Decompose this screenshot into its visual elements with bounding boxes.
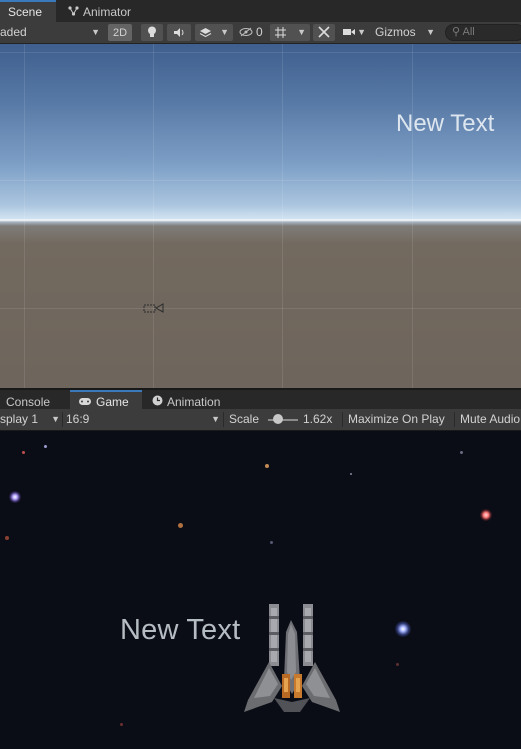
tab-animator[interactable]: Animator xyxy=(60,0,139,22)
star xyxy=(480,509,492,521)
grid-line xyxy=(412,44,413,388)
search-icon: ⚲ xyxy=(452,26,461,38)
tab-console-label: Console xyxy=(6,395,51,409)
star xyxy=(9,491,21,503)
speaker-icon xyxy=(173,27,186,41)
toolbar-separator xyxy=(223,412,224,427)
grid-line xyxy=(0,52,521,53)
game-toolbar: splay 1 ▼ 16:9 ▼ Scale 1.62x Maximize On… xyxy=(0,409,521,431)
star xyxy=(460,451,463,454)
hidden-objects-toggle[interactable]: 0 xyxy=(237,24,267,41)
lightbulb-icon xyxy=(147,26,157,41)
grid-dropdown[interactable]: ▼ xyxy=(270,24,310,41)
spaceship-sprite xyxy=(242,602,342,717)
scene-tab-bar: Scene Animator xyxy=(0,0,521,23)
star xyxy=(5,536,9,540)
star xyxy=(178,523,183,528)
tools-toggle[interactable] xyxy=(313,24,335,41)
toolbar-separator xyxy=(454,412,455,427)
hidden-count: 0 xyxy=(256,25,263,39)
gizmos-dropdown[interactable]: Gizmos ▼ xyxy=(373,24,439,41)
star xyxy=(265,464,269,468)
mode-2d-toggle[interactable]: 2D xyxy=(108,24,132,41)
star xyxy=(270,541,273,544)
star xyxy=(120,723,123,726)
chevron-down-icon: ▼ xyxy=(211,414,220,424)
search-placeholder: All xyxy=(462,26,475,38)
aspect-dropdown[interactable]: 16:9 ▼ xyxy=(66,411,222,428)
star xyxy=(22,451,25,454)
mute-audio-button[interactable]: Mute Audio xyxy=(460,411,520,428)
toolbar-separator xyxy=(62,412,63,427)
layers-icon xyxy=(199,24,212,43)
grid-line xyxy=(24,44,25,388)
scale-slider-thumb[interactable] xyxy=(273,414,283,424)
tab-scene-label: Scene xyxy=(8,5,43,19)
chevron-down-icon: ▼ xyxy=(220,27,229,37)
game-viewport[interactable]: New Text xyxy=(0,431,521,749)
chevron-down-icon: ▼ xyxy=(51,414,60,424)
grid-line xyxy=(282,44,283,388)
chevron-down-icon: ▼ xyxy=(297,27,306,37)
grid-line xyxy=(153,44,154,388)
display-label: splay 1 xyxy=(0,412,39,426)
effects-dropdown[interactable]: ▼ xyxy=(195,24,233,41)
camera-gizmo-icon[interactable] xyxy=(143,302,165,314)
scene-search-input[interactable]: ⚲ All xyxy=(445,24,521,41)
game-text-object: New Text xyxy=(120,614,241,646)
mode-2d-label: 2D xyxy=(112,27,128,39)
audio-toggle[interactable] xyxy=(167,24,191,41)
shading-mode-dropdown[interactable]: aded ▼ xyxy=(0,24,104,41)
chevron-down-icon: ▼ xyxy=(357,27,366,37)
tools-icon xyxy=(318,26,330,41)
visibility-icon xyxy=(239,24,253,42)
chevron-down-icon: ▼ xyxy=(426,27,435,37)
scene-toolbar: aded ▼ 2D ▼ 0 ▼ ▼ Gizmos ▼ ⚲ All xyxy=(0,22,521,44)
chevron-down-icon: ▼ xyxy=(91,27,100,37)
maximize-on-play-button[interactable]: Maximize On Play xyxy=(348,411,445,428)
scene-text-object[interactable]: New Text xyxy=(396,110,494,138)
grid-icon xyxy=(274,24,287,44)
scale-label: Scale xyxy=(229,412,260,426)
shading-mode-label: aded xyxy=(0,25,27,39)
aspect-label: 16:9 xyxy=(66,412,90,426)
star xyxy=(396,663,399,666)
gizmos-label: Gizmos xyxy=(375,25,416,39)
tab-scene[interactable]: Scene xyxy=(0,0,56,22)
star xyxy=(350,473,352,475)
tab-game-label: Game xyxy=(96,395,129,409)
lighting-toggle[interactable] xyxy=(141,24,163,41)
grid-line xyxy=(0,180,521,181)
scene-viewport[interactable]: New Text xyxy=(0,44,521,388)
camera-icon xyxy=(342,24,356,42)
tab-animator-label: Animator xyxy=(83,5,132,19)
scale-value: 1.62x xyxy=(303,412,333,426)
display-dropdown[interactable]: splay 1 ▼ xyxy=(0,411,62,428)
tab-animation-label: Animation xyxy=(167,395,221,409)
toolbar-separator xyxy=(342,412,343,427)
grid-line xyxy=(0,308,521,309)
star xyxy=(44,445,47,448)
camera-dropdown[interactable]: ▼ xyxy=(338,24,370,41)
star xyxy=(395,621,411,637)
